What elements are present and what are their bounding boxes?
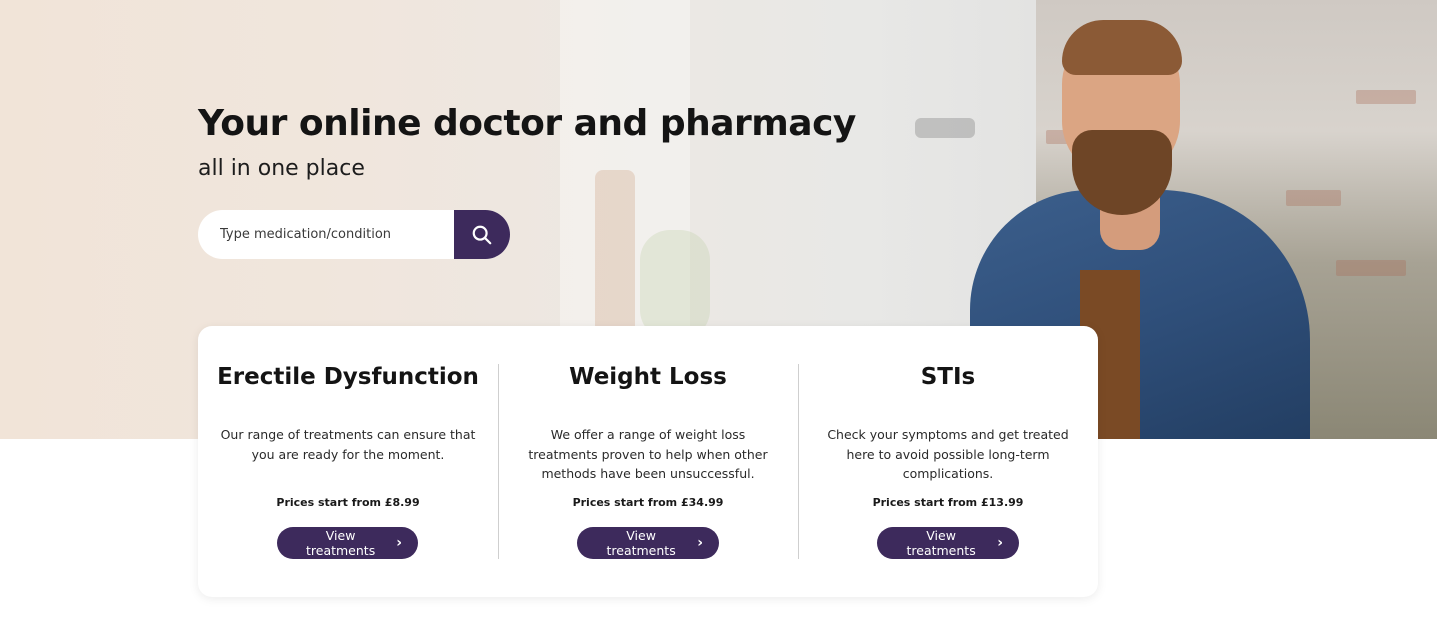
category-price: Prices start from £34.99 [572, 496, 724, 509]
category-title: Erectile Dysfunction [217, 364, 479, 390]
search-button[interactable] [454, 210, 510, 259]
hero-background-plant [640, 230, 710, 340]
category-description: Our range of treatments can ensure that … [220, 427, 476, 462]
view-treatments-button[interactable]: View treatments › [277, 527, 418, 559]
category-description: We offer a range of weight loss treatmen… [528, 427, 768, 481]
treatment-categories-card: Erectile Dysfunction Our range of treatm… [198, 326, 1098, 597]
chevron-right-icon: › [697, 535, 703, 551]
chevron-right-icon: › [997, 535, 1003, 551]
person-hair [1062, 20, 1182, 75]
button-label: View treatments [305, 528, 376, 558]
brick [1336, 260, 1406, 276]
category-title: Weight Loss [569, 364, 727, 390]
search-bar [198, 210, 510, 259]
hero-background-blur [595, 170, 635, 340]
category-stis: STIs Check your symptoms and get treated… [798, 326, 1098, 597]
category-weight-loss: Weight Loss We offer a range of weight l… [498, 326, 798, 597]
view-treatments-button[interactable]: View treatments › [577, 527, 719, 559]
hero-background-shelf [915, 118, 975, 138]
category-title: STIs [920, 364, 976, 390]
category-price: Prices start from £13.99 [872, 496, 1024, 509]
hero-subtitle: all in one place [198, 156, 365, 181]
category-price: Prices start from £8.99 [276, 496, 420, 509]
category-erectile-dysfunction: Erectile Dysfunction Our range of treatm… [198, 326, 498, 597]
hero-title: Your online doctor and pharmacy [198, 103, 856, 144]
chevron-right-icon: › [396, 535, 402, 551]
view-treatments-button[interactable]: View treatments › [877, 527, 1019, 559]
button-label: View treatments [906, 528, 976, 558]
search-icon [472, 225, 492, 244]
search-input[interactable] [198, 210, 454, 259]
button-label: View treatments [606, 528, 676, 558]
category-description: Check your symptoms and get treated here… [827, 427, 1069, 481]
brick [1356, 90, 1416, 104]
